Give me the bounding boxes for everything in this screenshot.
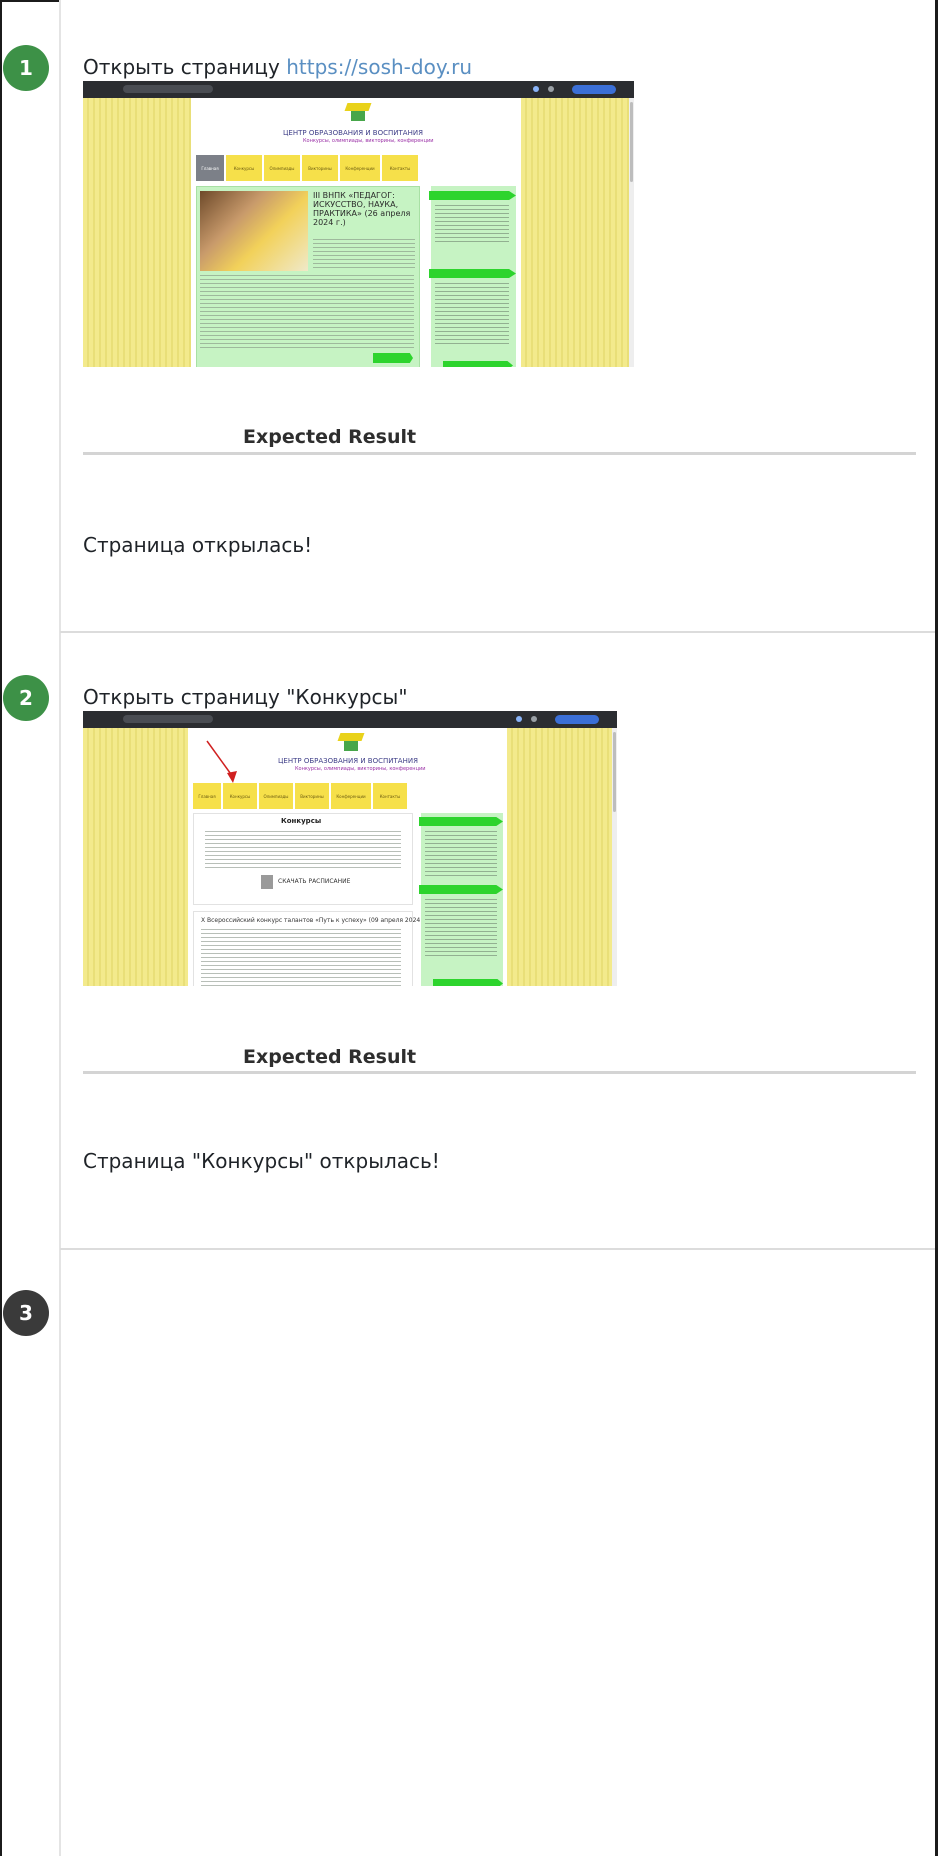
sidebar-category-tag: [433, 979, 503, 986]
menu-item-contests: Конкурсы: [226, 155, 262, 181]
contests-intro-text: [205, 831, 401, 871]
site-logo: [343, 103, 373, 123]
news-text: [313, 239, 415, 271]
expected-result-text: Страница "Конкурсы" открылась!: [83, 1149, 440, 1173]
extension-icon: [516, 716, 522, 722]
step-action-link[interactable]: https://sosh-doy.ru: [286, 55, 472, 79]
site-subtitle: Конкурсы, олимпиады, викторины, конферен…: [295, 766, 426, 772]
site-background-right: [507, 728, 612, 986]
download-icon: [261, 875, 273, 889]
step-action-text: Открыть страницу "Конкурсы": [83, 685, 408, 709]
site-background-left: [83, 728, 188, 986]
step-action: Открыть страницу https://sosh-doy.ru: [83, 55, 472, 79]
step-1-screenshot: ЦЕНТР ОБРАЗОВАНИЯ И ВОСПИТАНИЯ Конкурсы,…: [83, 81, 634, 367]
site-menu: Главная Конкурсы Олимпиады Викторины Кон…: [196, 155, 418, 181]
news-photo: [200, 191, 308, 271]
menu-item-olympiads: Олимпиады: [259, 783, 293, 809]
extension-icon: [533, 86, 539, 92]
extension-icon: [548, 86, 554, 92]
frame-left-border: [0, 0, 2, 1856]
sidebar-links: [425, 831, 497, 877]
site-subtitle: Конкурсы, олимпиады, викторины, конферен…: [303, 138, 434, 144]
expected-result-label: Expected Result: [243, 426, 417, 448]
profile-button: [572, 85, 616, 94]
browser-toolbar: [83, 711, 617, 728]
sidebar-links: [425, 899, 497, 957]
site-logo: [336, 733, 366, 753]
site-background-left: [83, 98, 191, 367]
sidebar-links: [435, 283, 509, 345]
menu-item-conferences: Конференции: [340, 155, 380, 181]
address-bar: [123, 85, 213, 93]
menu-item-home: Главная: [196, 155, 224, 181]
extension-icon: [531, 716, 537, 722]
expected-result-divider: [83, 452, 916, 455]
sidebar-category-tag: [419, 817, 503, 826]
sidebar-category-tag: [419, 885, 503, 894]
menu-item-conferences: Конференции: [331, 783, 371, 809]
section-title: Конкурсы: [281, 817, 322, 825]
screenshot-scrollbar: [612, 728, 617, 986]
expected-result-label: Expected Result: [243, 1046, 417, 1068]
sidebar-category-tag: [429, 269, 516, 278]
sidebar-category-tag: [443, 361, 513, 367]
site-brand: ЦЕНТР ОБРАЗОВАНИЯ И ВОСПИТАНИЯ: [283, 129, 423, 137]
contest-text: [201, 929, 401, 986]
step-number-badge: 2: [3, 675, 49, 721]
annotation-arrow: [206, 740, 237, 783]
address-bar: [123, 715, 213, 723]
profile-button: [555, 715, 599, 724]
menu-item-contacts: Контакты: [373, 783, 407, 809]
schedule-link: СКАЧАТЬ РАСПИСАНИЕ: [278, 878, 351, 885]
step-separator: [60, 1248, 935, 1250]
step-2-screenshot: ЦЕНТР ОБРАЗОВАНИЯ И ВОСПИТАНИЯ Конкурсы,…: [83, 711, 617, 986]
step-action-text: Открыть страницу: [83, 55, 287, 79]
menu-item-quizzes: Викторины: [302, 155, 338, 181]
step-action: Открыть страницу "Конкурсы": [83, 685, 408, 709]
sidebar-links: [435, 205, 509, 245]
browser-toolbar: [83, 81, 634, 98]
news-headline: III ВНПК «ПЕДАГОГ: ИСКУССТВО, НАУКА, ПРА…: [313, 191, 411, 227]
expected-result-text: Страница открылась!: [83, 533, 313, 557]
menu-item-quizzes: Викторины: [295, 783, 329, 809]
expected-result-divider: [83, 1071, 916, 1074]
contest-title: X Всероссийский конкурс талантов «Путь к…: [201, 917, 430, 924]
site-brand: ЦЕНТР ОБРАЗОВАНИЯ И ВОСПИТАНИЯ: [278, 757, 418, 765]
step-number-badge: 3: [3, 1290, 49, 1336]
menu-item-olympiads: Олимпиады: [264, 155, 300, 181]
screenshot-scrollbar: [629, 98, 634, 367]
read-more-button: [373, 353, 413, 363]
step-number-badge: 1: [3, 45, 49, 91]
sidebar-category-tag: [429, 191, 516, 200]
step-separator: [60, 631, 935, 633]
news-text: [200, 275, 414, 349]
menu-item-contacts: Контакты: [382, 155, 418, 181]
steps-rail: [59, 0, 61, 1856]
frame-top-border: [0, 0, 60, 2]
site-background-right: [521, 98, 629, 367]
